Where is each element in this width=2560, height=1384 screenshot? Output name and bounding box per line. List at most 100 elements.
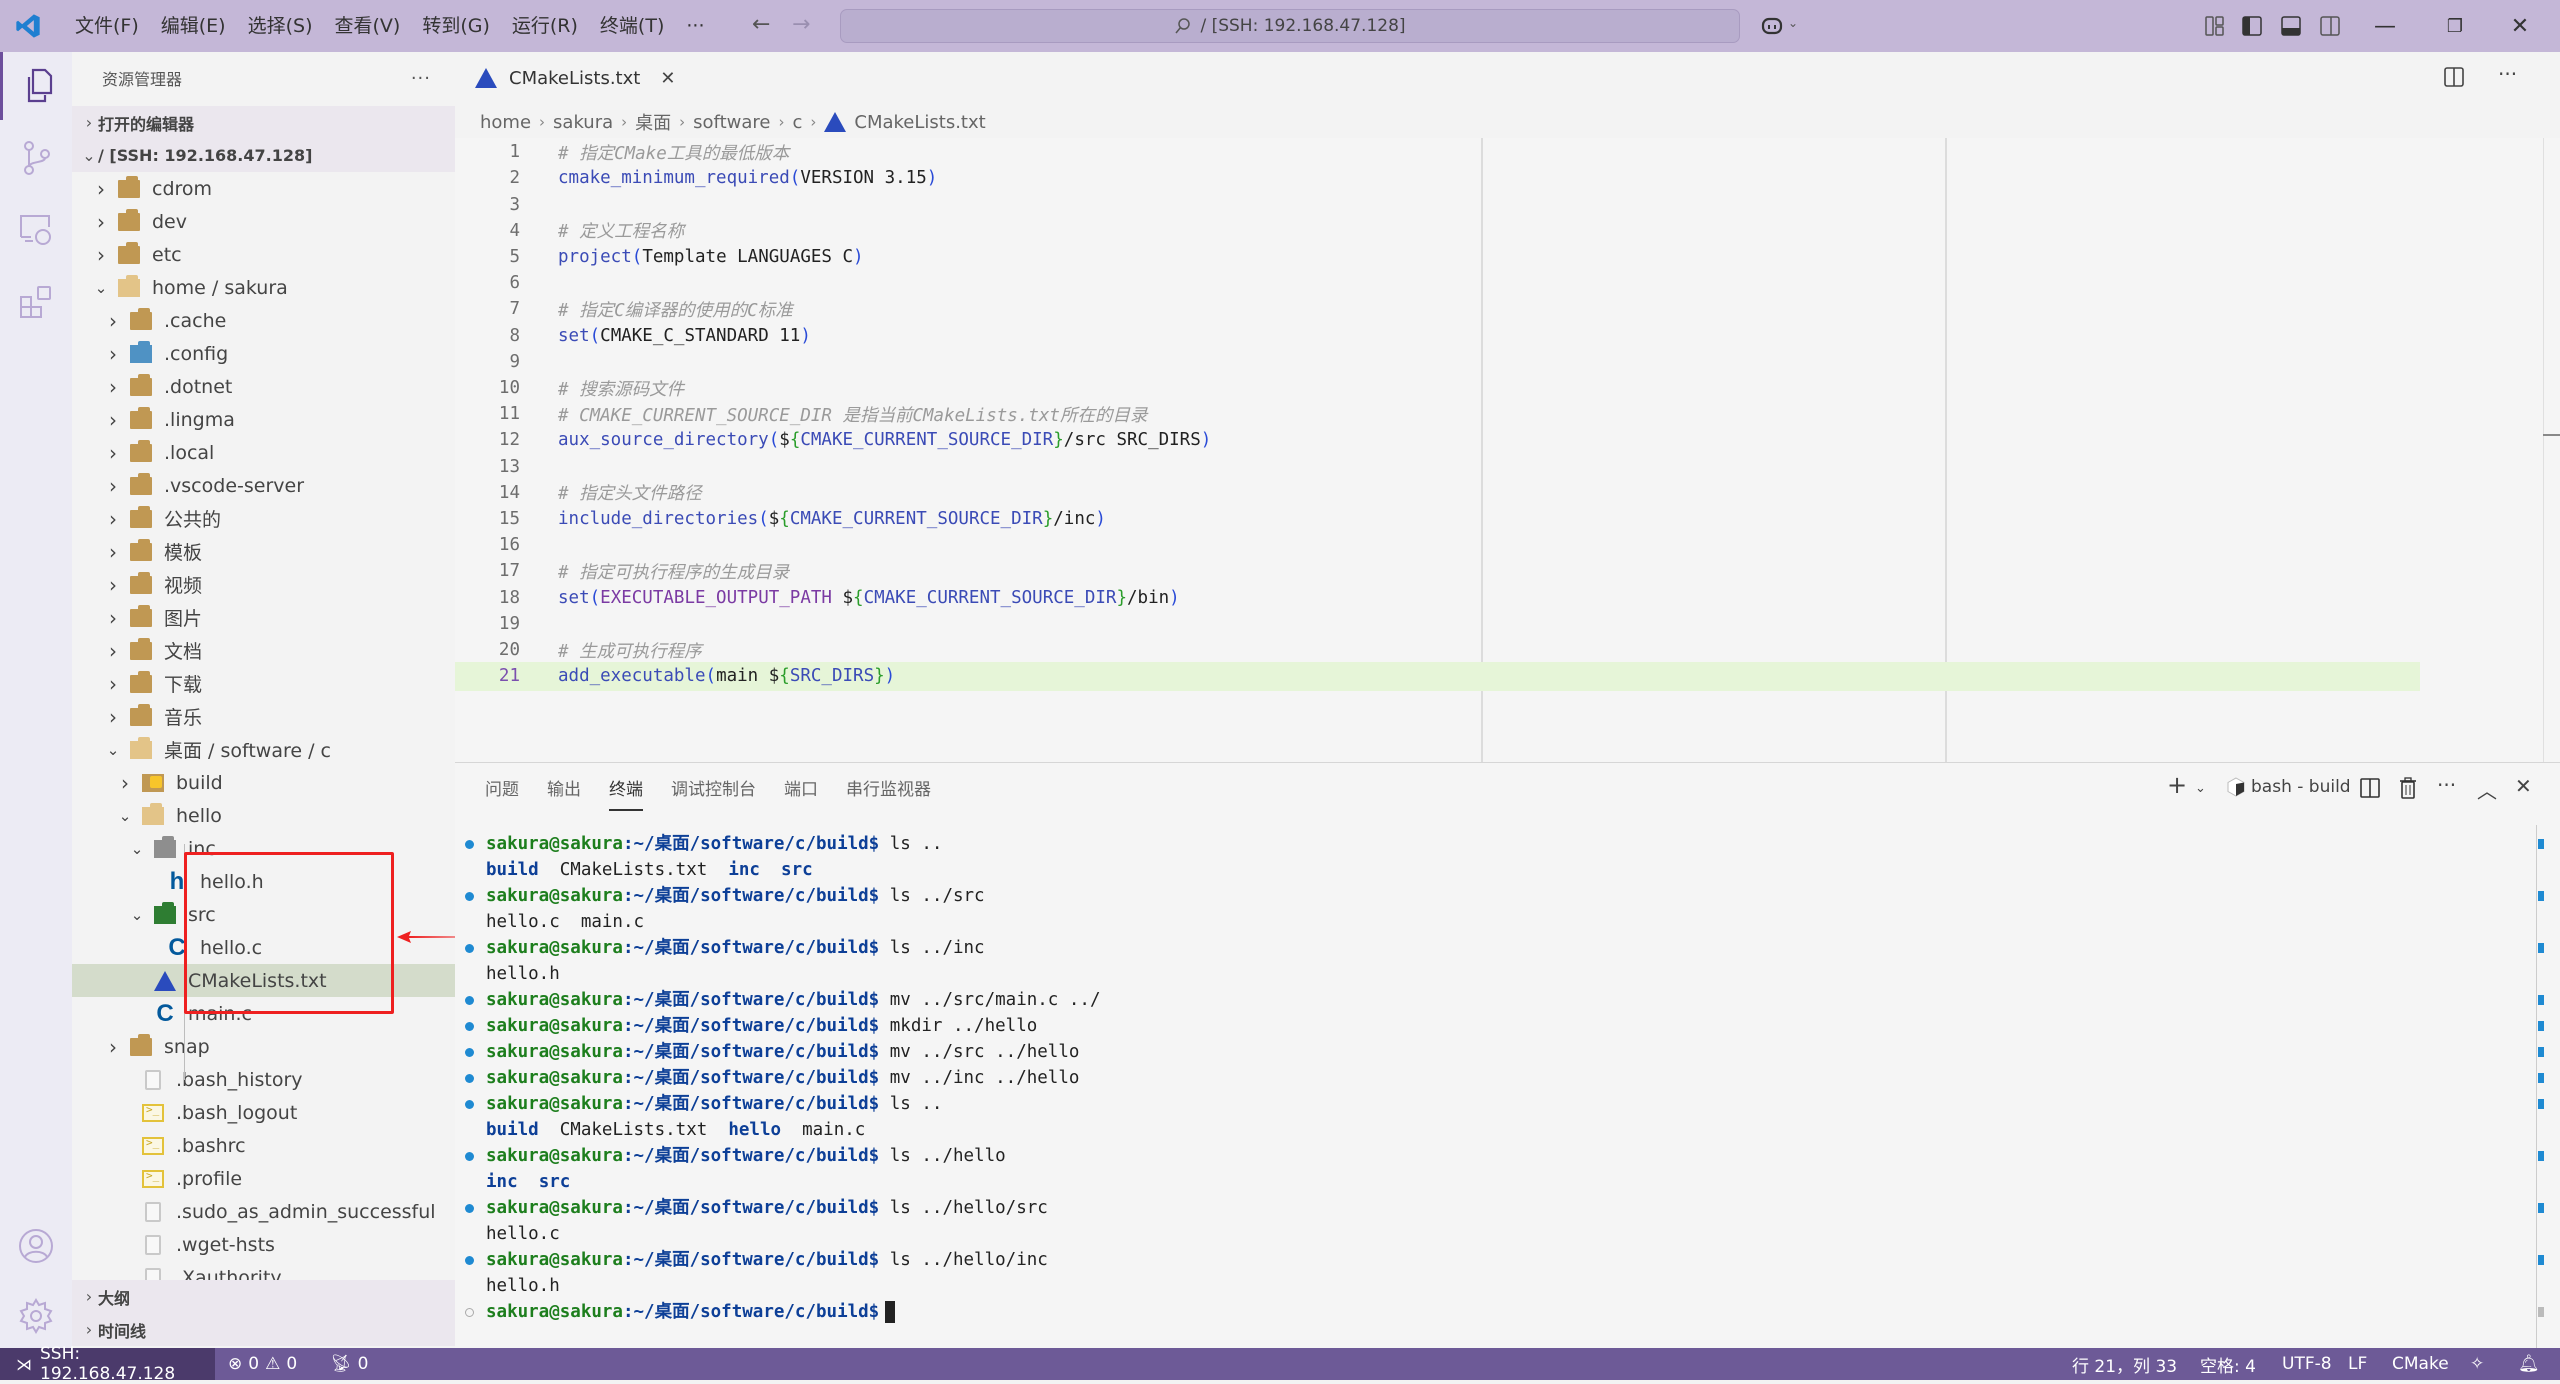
tree-item[interactable]: › .local [72, 436, 455, 469]
encoding[interactable]: UTF-8 [2282, 1348, 2332, 1380]
tree-item[interactable]: › .dotnet [72, 370, 455, 403]
menu-more[interactable]: ··· [675, 0, 715, 52]
close-tab-icon[interactable]: ✕ [660, 68, 675, 89]
problems-indicator[interactable]: ⊗ 0 ⚠ 0 [228, 1348, 297, 1380]
panel-tab-terminal[interactable]: 终端 [595, 775, 657, 811]
tree-item[interactable]: › snap [72, 1030, 455, 1063]
explorer-more-button[interactable]: ··· [411, 68, 431, 89]
close-window-button[interactable]: ✕ [2490, 0, 2550, 52]
panel-tab-debug-console[interactable]: 调试控制台 [657, 775, 770, 805]
open-editors-section[interactable]: › 打开的编辑器 [72, 106, 455, 139]
editor-scrollbar[interactable] [2543, 138, 2544, 762]
tree-item[interactable]: ⌄ home / sakura [72, 271, 455, 304]
breadcrumb-c[interactable]: c [792, 112, 802, 133]
menu-edit[interactable]: 编辑(E) [150, 0, 237, 52]
terminal-output[interactable]: sakura@sakura:~/桌面/software/c/build$ ls … [455, 831, 2515, 1325]
copilot-icon[interactable] [1760, 14, 1784, 38]
command-center-search[interactable]: / [SSH: 192.168.47.128] [840, 9, 1740, 43]
indentation[interactable]: 空格: 4 [2200, 1348, 2256, 1380]
end-of-line[interactable]: LF [2348, 1348, 2367, 1380]
tree-item[interactable]: › 公共的 [72, 502, 455, 535]
tree-item[interactable]: .bash_logout [72, 1096, 455, 1129]
tree-item[interactable]: › dev [72, 205, 455, 238]
command-decoration-icon[interactable] [465, 892, 474, 901]
copilot-status-icon[interactable]: ✧ [2470, 1348, 2484, 1380]
tree-item[interactable]: .profile [72, 1162, 455, 1195]
command-decoration-icon[interactable] [465, 1308, 474, 1317]
breadcrumb-software[interactable]: software [693, 112, 770, 133]
cursor-position[interactable]: 行 21，列 33 [2072, 1348, 2177, 1380]
extensions-activity[interactable] [0, 268, 72, 336]
timeline-section[interactable]: › 时间线 [72, 1313, 455, 1346]
tree-item[interactable]: › 视频 [72, 568, 455, 601]
menu-selection[interactable]: 选择(S) [237, 0, 324, 52]
tree-item[interactable]: › build [72, 766, 455, 799]
remote-indicator[interactable]: ⋊ SSH: 192.168.47.128 [0, 1344, 215, 1384]
breadcrumb-file[interactable]: CMakeLists.txt [854, 112, 985, 133]
code-editor[interactable]: 1 # 指定CMake工具的最低版本 2 cmake_minimum_required… [455, 138, 2560, 762]
command-decoration-icon[interactable] [465, 1100, 474, 1109]
tree-item[interactable]: › 下载 [72, 667, 455, 700]
panel-tab-output[interactable]: 输出 [533, 775, 595, 805]
breadcrumb-sakura[interactable]: sakura [553, 112, 613, 133]
copilot-chevron-icon[interactable]: ⌄ [1788, 16, 1798, 30]
toggle-panel-icon[interactable] [2279, 14, 2303, 38]
command-decoration-icon[interactable] [465, 1022, 474, 1031]
terminal-instance[interactable]: bash - build [2227, 777, 2351, 797]
tree-item[interactable]: › .cache [72, 304, 455, 337]
panel-tab-ports[interactable]: 端口 [770, 775, 832, 805]
breadcrumb-desktop[interactable]: 桌面 [635, 109, 671, 135]
command-decoration-icon[interactable] [465, 1152, 474, 1161]
menu-terminal[interactable]: 终端(T) [589, 0, 675, 52]
explorer-activity[interactable] [0, 52, 72, 120]
panel-more-actions-icon[interactable]: ··· [2437, 773, 2456, 797]
manage-activity[interactable] [0, 1282, 72, 1350]
split-editor-icon[interactable] [2443, 66, 2465, 88]
command-decoration-icon[interactable] [465, 1074, 474, 1083]
menu-view[interactable]: 查看(V) [324, 0, 412, 52]
tree-item[interactable]: › .config [72, 337, 455, 370]
ports-indicator[interactable]: 📡︎ 0 [330, 1348, 368, 1380]
terminal-scrollbar[interactable] [2536, 825, 2537, 1349]
menu-file[interactable]: 文件(F) [64, 0, 150, 52]
tree-item[interactable]: › .lingma [72, 403, 455, 436]
minimize-button[interactable]: — [2355, 0, 2415, 52]
close-panel-icon[interactable]: ✕ [2515, 774, 2532, 798]
customize-layout-icon[interactable] [2203, 14, 2227, 38]
toggle-secondary-sidebar-icon[interactable] [2318, 14, 2342, 38]
tree-item[interactable]: .sudo_as_admin_successful [72, 1195, 455, 1228]
tree-item[interactable]: › 图片 [72, 601, 455, 634]
command-decoration-icon[interactable] [465, 996, 474, 1005]
tree-item[interactable]: › 音乐 [72, 700, 455, 733]
tree-item[interactable]: ⌄ 桌面 / software / c [72, 733, 455, 766]
tree-item[interactable]: .bash_history [72, 1063, 455, 1096]
remote-explorer-activity[interactable] [0, 196, 72, 264]
accounts-activity[interactable] [0, 1212, 72, 1280]
tree-item[interactable]: › 文档 [72, 634, 455, 667]
tree-item[interactable]: › .vscode-server [72, 469, 455, 502]
maximize-panel-chevron-up-icon[interactable]: ︿ [2477, 775, 2497, 804]
trash-icon[interactable] [2399, 777, 2417, 799]
source-control-activity[interactable] [0, 124, 72, 192]
outline-section[interactable]: › 大纲 [72, 1280, 455, 1313]
panel-tab-serial-monitor[interactable]: 串行监视器 [832, 775, 945, 805]
tree-item[interactable]: .wget-hsts [72, 1228, 455, 1261]
workspace-root-section[interactable]: ⌄ / [SSH: 192.168.47.128] [72, 139, 455, 172]
editor-more-actions-icon[interactable]: ··· [2498, 62, 2517, 86]
toggle-primary-sidebar-icon[interactable] [2240, 14, 2264, 38]
split-terminal-icon[interactable] [2360, 778, 2380, 798]
tree-item[interactable]: .bashrc [72, 1129, 455, 1162]
terminal-dropdown-chevron-icon[interactable]: ⌄ [2195, 781, 2206, 796]
notifications-bell-icon[interactable]: 🔔︎ [2518, 1348, 2540, 1380]
language-mode[interactable]: CMake [2392, 1348, 2449, 1380]
restore-button[interactable]: ❐ [2425, 0, 2485, 52]
command-decoration-icon[interactable] [465, 840, 474, 849]
back-arrow-icon[interactable]: ← [752, 12, 770, 37]
tab-cmakelists[interactable]: CMakeLists.txt ✕ [455, 52, 675, 104]
command-decoration-icon[interactable] [465, 1204, 474, 1213]
command-decoration-icon[interactable] [465, 1256, 474, 1265]
breadcrumb-home[interactable]: home [480, 112, 531, 133]
menu-go[interactable]: 转到(G) [411, 0, 501, 52]
command-decoration-icon[interactable] [465, 1048, 474, 1057]
tree-item[interactable]: › cdrom [72, 172, 455, 205]
